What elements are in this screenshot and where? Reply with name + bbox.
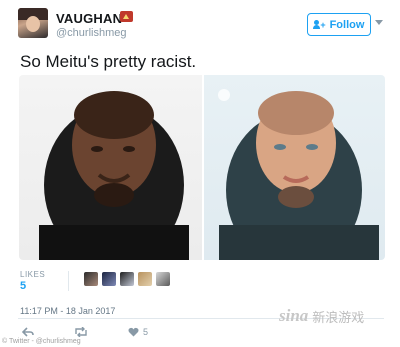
avatar[interactable] — [18, 8, 48, 38]
photo-edited-image — [218, 89, 379, 260]
follow-person-plus-icon: + — [312, 19, 326, 30]
heart-icon — [128, 327, 139, 337]
user-handle[interactable]: @churlishmeg — [56, 27, 126, 39]
likes-divider — [68, 271, 69, 291]
like-button[interactable]: 5 — [128, 326, 148, 338]
reply-button[interactable] — [22, 326, 34, 338]
tweet-timestamp[interactable]: 11:17 PM - 18 Jan 2017 — [20, 306, 115, 316]
liker-avatar[interactable] — [120, 272, 134, 286]
watermark-text: 新浪游戏 — [312, 309, 365, 325]
follow-button-label: Follow — [329, 18, 365, 31]
image-credit: © Twitter - @churlishmeg — [2, 338, 81, 345]
liker-avatars — [84, 272, 170, 286]
photo-original[interactable] — [19, 75, 202, 260]
likes-label: LIKES — [20, 270, 46, 279]
reply-icon — [22, 327, 34, 337]
watermark: sina 新浪游戏 — [279, 306, 364, 326]
photo-original-image — [39, 91, 189, 260]
chevron-down-icon[interactable] — [375, 20, 383, 25]
photo-edited[interactable] — [204, 75, 385, 260]
sina-logo: sina — [279, 306, 309, 325]
likes-count[interactable]: 5 — [20, 280, 26, 292]
follow-button[interactable]: + Follow — [307, 13, 371, 36]
retweet-button[interactable] — [74, 326, 88, 338]
avatar-face — [26, 16, 40, 32]
tweet-card: VAUGHAN @churlishmeg + Follow So Meitu's… — [0, 0, 400, 347]
tweet-text: So Meitu's pretty racist. — [20, 52, 197, 71]
liker-avatar[interactable] — [138, 272, 152, 286]
tweet-media[interactable] — [19, 75, 385, 260]
badge-icon — [120, 11, 133, 22]
liker-avatar[interactable] — [84, 272, 98, 286]
liker-avatar[interactable] — [156, 272, 170, 286]
display-name[interactable]: VAUGHAN — [56, 11, 122, 26]
retweet-icon — [75, 327, 87, 337]
like-count: 5 — [143, 327, 149, 337]
liker-avatar[interactable] — [102, 272, 116, 286]
